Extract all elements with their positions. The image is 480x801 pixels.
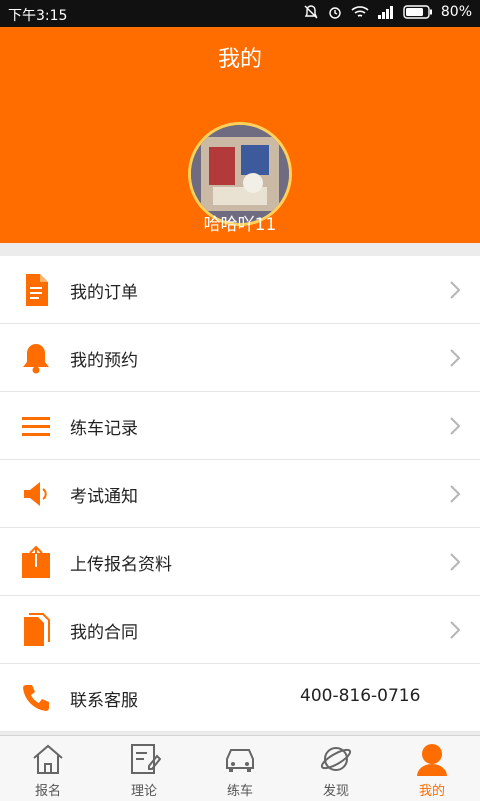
mute-icon: [304, 5, 318, 19]
phone-icon: [23, 685, 49, 711]
contract-icon: [24, 613, 50, 646]
menu-item-label: 练车记录: [70, 419, 138, 439]
section-divider: [0, 243, 480, 256]
menu-item-orders[interactable]: 我的订单: [0, 256, 480, 324]
menu-item-label: 上传报名资料: [70, 555, 172, 575]
username[interactable]: 哈哈吖11: [0, 210, 480, 235]
bell-icon: [23, 344, 49, 374]
chevron-right-icon: [450, 553, 461, 571]
tab-label: 理论: [130, 784, 157, 799]
chevron-right-icon: [450, 485, 461, 503]
menu-item-label: 联系客服: [70, 691, 138, 711]
tab-signup[interactable]: 报名: [0, 736, 96, 801]
profile-menu: 我的订单 我的预约 练车记录 考试通知 上传报名资料 我的合同 联系客服 400…: [0, 256, 480, 732]
chevron-right-icon: [450, 281, 461, 299]
chevron-right-icon: [450, 349, 461, 367]
tab-theory[interactable]: 理论: [96, 736, 192, 801]
menu-item-label: 我的预约: [70, 351, 138, 371]
upload-icon: [22, 545, 50, 578]
menu-item-customer-service[interactable]: 联系客服 400-816-0716: [0, 664, 480, 732]
menu-item-label: 我的订单: [70, 283, 138, 303]
tab-label: 发现: [322, 784, 349, 799]
chevron-right-icon: [450, 417, 461, 435]
avatar-image: [191, 125, 289, 223]
tab-label: 报名: [34, 784, 61, 799]
wifi-icon: [351, 6, 369, 17]
car-icon: [226, 749, 254, 772]
tab-label: 练车: [226, 784, 253, 799]
list-icon: [22, 417, 50, 436]
status-icons: 80%: [303, 4, 472, 20]
edit-icon: [131, 744, 161, 774]
document-icon: [26, 274, 48, 306]
bottom-tab-bar: 报名 理论 练车 发现 我的: [0, 735, 480, 801]
tab-label: 我的: [418, 784, 445, 799]
menu-item-practice-records[interactable]: 练车记录: [0, 392, 480, 460]
planet-icon: [320, 747, 352, 771]
menu-item-exam-notice[interactable]: 考试通知: [0, 460, 480, 528]
menu-item-label: 考试通知: [70, 487, 138, 507]
tab-discover[interactable]: 发现: [288, 736, 384, 801]
tab-practice[interactable]: 练车: [192, 736, 288, 801]
menu-item-appointments[interactable]: 我的预约: [0, 324, 480, 392]
user-icon: [417, 744, 447, 776]
status-time: 下午3:15: [8, 8, 68, 24]
signal-icon: [377, 6, 393, 19]
speaker-icon: [24, 482, 47, 506]
service-phone-number[interactable]: 400-816-0716: [300, 686, 420, 706]
menu-item-upload-documents[interactable]: 上传报名资料: [0, 528, 480, 596]
battery-percent: 80%: [440, 4, 472, 20]
tab-mine[interactable]: 我的: [384, 736, 480, 801]
page-title: 我的: [217, 47, 262, 72]
profile-header: 我的 哈哈吖11: [0, 27, 480, 243]
status-bar: 下午3:15 80%: [0, 0, 480, 27]
chevron-right-icon: [450, 621, 461, 639]
menu-item-label: 我的合同: [70, 623, 138, 643]
menu-item-contract[interactable]: 我的合同: [0, 596, 480, 664]
alarm-icon: [329, 7, 341, 19]
battery-icon: [403, 5, 432, 19]
home-icon: [33, 744, 63, 774]
